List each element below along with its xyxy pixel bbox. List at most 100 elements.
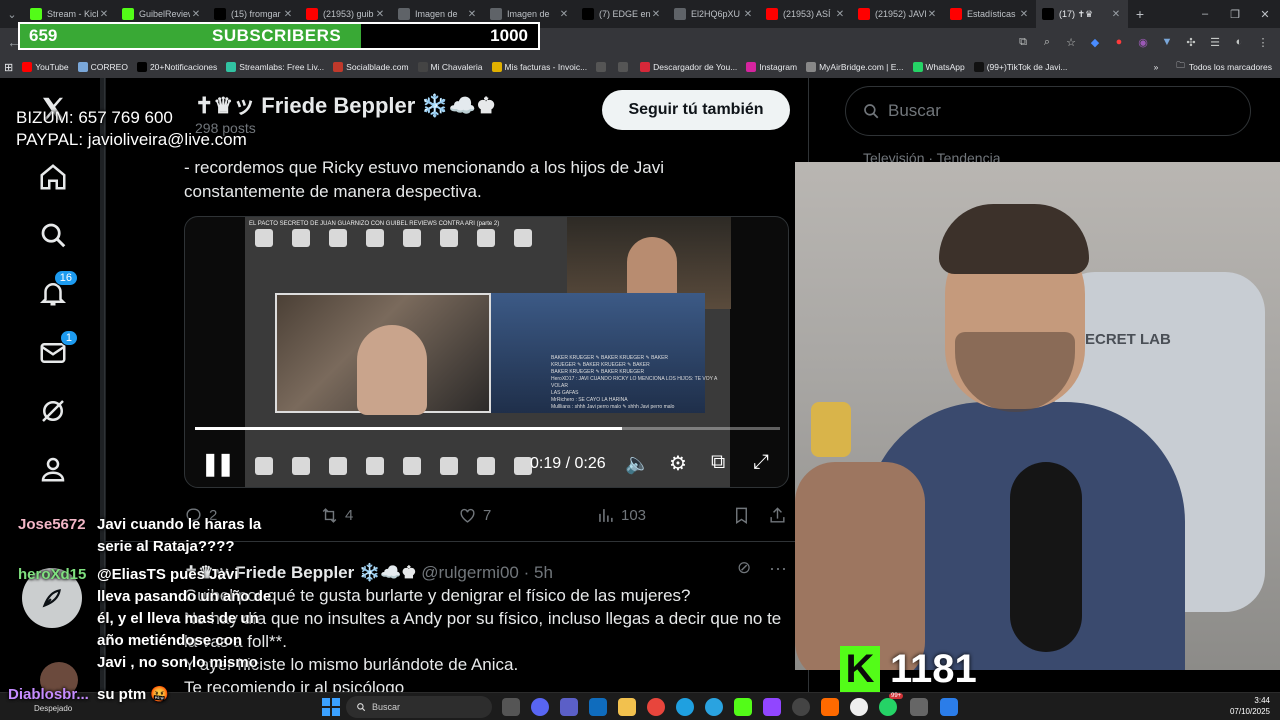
bookmark-item[interactable]	[618, 62, 631, 72]
close-tab-icon[interactable]: ✕	[1018, 9, 1030, 20]
bookmark-item[interactable]	[596, 62, 609, 72]
zoom-icon[interactable]: ⌕	[1036, 31, 1058, 53]
browser-tab[interactable]: Estadísticas ✕	[944, 0, 1036, 28]
new-tab-button[interactable]: +	[1128, 6, 1152, 22]
bookmark-item[interactable]: 20+Notificaciones	[136, 62, 217, 72]
bookmark-button[interactable]	[732, 506, 751, 525]
close-tab-icon[interactable]: ✕	[190, 9, 202, 20]
streaming-app-icon[interactable]	[763, 698, 781, 716]
extension-icon[interactable]: ◆	[1084, 31, 1106, 53]
close-window-icon[interactable]: ✕	[1250, 0, 1280, 28]
close-tab-icon[interactable]: ✕	[282, 9, 294, 20]
bookmarks-more-button[interactable]: »	[1154, 62, 1159, 72]
video-chat-line: HeroXD17 : JAVI CUANDO RICKY LO MENCIONA…	[551, 376, 718, 389]
subscriber-goal: 1000	[490, 26, 528, 45]
extension-icon-3[interactable]: ▼	[1156, 31, 1178, 53]
bookmark-item[interactable]: (99+)TikTok de Javi...	[973, 62, 1067, 72]
taskbar-search[interactable]: Buscar	[346, 696, 492, 718]
picture-in-picture-icon[interactable]: ⧉	[711, 451, 725, 474]
extensions-puzzle-icon[interactable]: ✣	[1180, 31, 1202, 53]
bookmark-item[interactable]: Instagram	[746, 62, 797, 72]
apps-grid-icon[interactable]: ⊞	[4, 61, 13, 74]
maximize-icon[interactable]: ❐	[1220, 0, 1250, 28]
snipping-tool-icon[interactable]	[940, 698, 958, 716]
telegram-icon[interactable]	[705, 698, 723, 716]
bookmark-item[interactable]: Mi Chavaleria	[417, 62, 483, 72]
menu-dots-icon[interactable]: ⋮	[1252, 31, 1274, 53]
bookmark-item[interactable]: YouTube	[22, 62, 69, 72]
close-tab-icon[interactable]: ✕	[834, 9, 846, 20]
close-tab-icon[interactable]: ✕	[1110, 9, 1122, 20]
share-button[interactable]	[768, 506, 787, 525]
discord-icon[interactable]	[531, 698, 549, 716]
grok-icon[interactable]	[36, 394, 70, 428]
extension-icon-2[interactable]: ◉	[1132, 31, 1154, 53]
search-icon[interactable]	[36, 218, 70, 252]
teams-icon[interactable]	[560, 698, 578, 716]
video-progress-bar[interactable]	[195, 427, 780, 430]
follow-button[interactable]: Seguir tú también	[602, 90, 790, 130]
bookmark-item[interactable]: CORREO	[77, 62, 128, 72]
more-options-icon[interactable]: ···	[769, 558, 787, 579]
settings-gear-icon[interactable]: ⚙	[669, 451, 687, 476]
install-icon[interactable]: ⧉	[1012, 31, 1034, 53]
close-tab-icon[interactable]: ✕	[558, 9, 570, 20]
whatsapp-icon[interactable]: 99+	[879, 693, 904, 716]
search-box[interactable]: Buscar	[845, 86, 1251, 136]
kick-count: 1181	[890, 646, 977, 691]
profile-avatar-icon[interactable]: ◐	[1228, 31, 1250, 53]
app-icon[interactable]	[792, 698, 810, 716]
bookmark-item[interactable]: WhatsApp	[912, 62, 965, 72]
task-view-icon[interactable]	[502, 698, 520, 716]
bookmark-item[interactable]: MyAirBridge.com | E...	[806, 62, 904, 72]
browser-tab[interactable]: (21952) JAVI ✕	[852, 0, 944, 28]
browser-tab[interactable]: (7) EDGE en ✕	[576, 0, 668, 28]
outlook-icon[interactable]	[589, 698, 607, 716]
profile-icon[interactable]	[36, 452, 70, 486]
close-tab-icon[interactable]: ✕	[98, 9, 110, 20]
tweet2-line: Guibel por qué te gusta burlarte y denig…	[184, 586, 691, 605]
close-tab-icon[interactable]: ✕	[926, 9, 938, 20]
bookmark-item[interactable]: Streamlabs: Free Liv...	[226, 62, 324, 72]
browser-tab[interactable]: (17) ✝♛ ✕	[1036, 0, 1128, 28]
system-clock[interactable]: 3:44 07/10/2025	[1230, 695, 1270, 717]
app-icon[interactable]	[821, 698, 839, 716]
fullscreen-icon[interactable]: ⤢	[753, 451, 769, 474]
notifications-bell-icon[interactable]: 16	[36, 270, 78, 310]
pause-icon[interactable]: ❚❚	[201, 451, 235, 477]
obs-icon[interactable]	[850, 698, 868, 716]
edge-icon[interactable]	[676, 698, 694, 716]
browser-tab[interactable]: (21953) ASÍ ✕	[760, 0, 852, 28]
file-explorer-icon[interactable]	[618, 698, 636, 716]
youtube-extension-icon[interactable]: ●	[1108, 31, 1130, 53]
chat-text: @EliasTS pues Javi lleva pasando un año …	[97, 566, 272, 671]
volume-icon[interactable]: 🔈	[625, 451, 650, 476]
chrome-icon[interactable]	[647, 698, 665, 716]
app-icon[interactable]	[910, 698, 928, 716]
views-button[interactable]: 103	[596, 506, 646, 525]
tweet2-time[interactable]: 5h	[534, 563, 553, 582]
all-bookmarks-link[interactable]: Todos los marcadores	[1189, 62, 1272, 72]
windows-start-icon[interactable]	[322, 698, 340, 716]
close-tab-icon[interactable]: ✕	[742, 9, 754, 20]
tweet2-handle[interactable]: @rulgermi00	[421, 563, 519, 582]
like-button[interactable]: 7	[458, 506, 491, 525]
messages-envelope-icon[interactable]: 1	[36, 330, 78, 370]
profile-name: ✝♛ッ Friede Beppler ❄️☁️♚	[195, 93, 496, 118]
repost-button[interactable]: 4	[320, 506, 353, 525]
bookmark-star-icon[interactable]: ☆	[1060, 31, 1082, 53]
close-tab-icon[interactable]: ✕	[650, 9, 662, 20]
video-player[interactable]: EL PACTO SECRETO DE JUAN GUARNIZO CON GU…	[184, 216, 789, 488]
kick-app-icon[interactable]	[734, 698, 752, 716]
bookmark-item[interactable]: Mis facturas - Invoic...	[491, 62, 587, 72]
minimize-icon[interactable]: –	[1190, 0, 1220, 28]
close-tab-icon[interactable]: ✕	[374, 9, 386, 20]
browser-tab[interactable]: El2HQ6pXU ✕	[668, 0, 760, 28]
bookmark-item[interactable]: Descargador de You...	[640, 62, 737, 72]
grok-explain-icon[interactable]: ⊘	[737, 558, 751, 578]
bookmark-item[interactable]: Socialblade.com	[333, 62, 409, 72]
reading-list-icon[interactable]: ☰	[1204, 31, 1226, 53]
home-icon[interactable]	[36, 160, 70, 194]
bookmark-label: Mi Chavaleria	[430, 62, 483, 72]
close-tab-icon[interactable]: ✕	[466, 9, 478, 20]
